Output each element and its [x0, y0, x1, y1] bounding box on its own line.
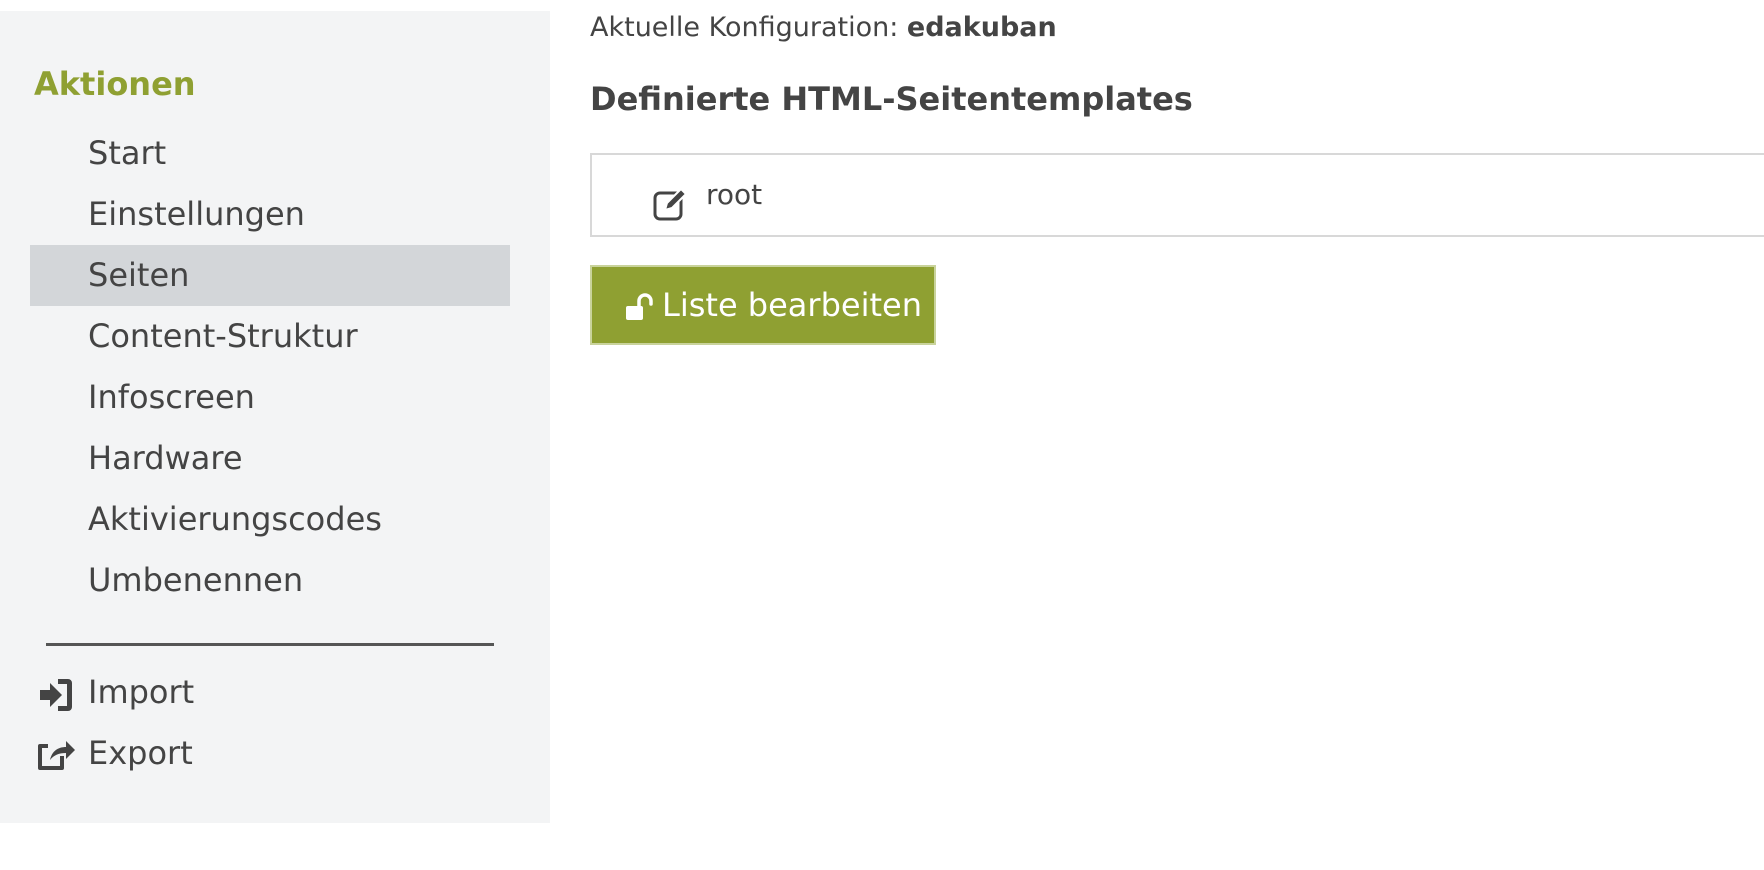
sidebar-item-label: Hardware	[88, 439, 243, 477]
import-label: Import	[88, 673, 195, 711]
import-link[interactable]: Import	[30, 667, 510, 717]
sidebar-item-seiten[interactable]: Seiten	[30, 245, 510, 306]
sidebar-item-hardware[interactable]: Hardware	[30, 428, 510, 489]
share-square-icon	[36, 736, 76, 776]
config-name: edakuban	[906, 12, 1057, 43]
sidebar-item-label: Start	[88, 134, 167, 172]
current-config: Aktuelle Konfiguration: edakuban	[590, 12, 1057, 43]
export-label: Export	[88, 734, 193, 772]
config-prefix: Aktuelle Konfiguration:	[590, 12, 899, 43]
sidebar-divider	[46, 643, 494, 646]
edit-list-label: Liste bearbeiten	[662, 286, 922, 324]
sidebar-item-label: Einstellungen	[88, 195, 305, 233]
unlock-icon	[624, 293, 654, 323]
sidebar-item-label: Umbenennen	[88, 561, 304, 599]
section-title: Definierte HTML-Seitentemplates	[590, 80, 1193, 118]
sidebar-item-label: Infoscreen	[88, 378, 255, 416]
sidebar-item-start[interactable]: Start	[30, 123, 510, 184]
template-item-root[interactable]: root	[652, 155, 762, 235]
sidebar-item-label: Aktivierungscodes	[88, 500, 382, 538]
main-content: Aktuelle Konfiguration: edakuban Definie…	[590, 0, 1764, 870]
sidebar-item-label: Seiten	[88, 256, 190, 294]
sidebar-heading: Aktionen	[34, 65, 196, 103]
sidebar-item-infoscreen[interactable]: Infoscreen	[30, 367, 510, 428]
sign-in-icon	[36, 675, 76, 715]
template-label: root	[706, 178, 763, 211]
export-link[interactable]: Export	[30, 728, 510, 778]
sidebar-item-aktivierungscodes[interactable]: Aktivierungscodes	[30, 489, 510, 550]
edit-list-button[interactable]: Liste bearbeiten	[590, 265, 936, 345]
edit-icon	[652, 174, 690, 221]
template-list: root	[590, 153, 1764, 237]
sidebar: Aktionen Start Einstellungen Seiten Cont…	[0, 11, 550, 823]
sidebar-item-einstellungen[interactable]: Einstellungen	[30, 184, 510, 245]
sidebar-item-content-struktur[interactable]: Content-Struktur	[30, 306, 510, 367]
sidebar-item-umbenennen[interactable]: Umbenennen	[30, 550, 510, 611]
sidebar-item-label: Content-Struktur	[88, 317, 358, 355]
